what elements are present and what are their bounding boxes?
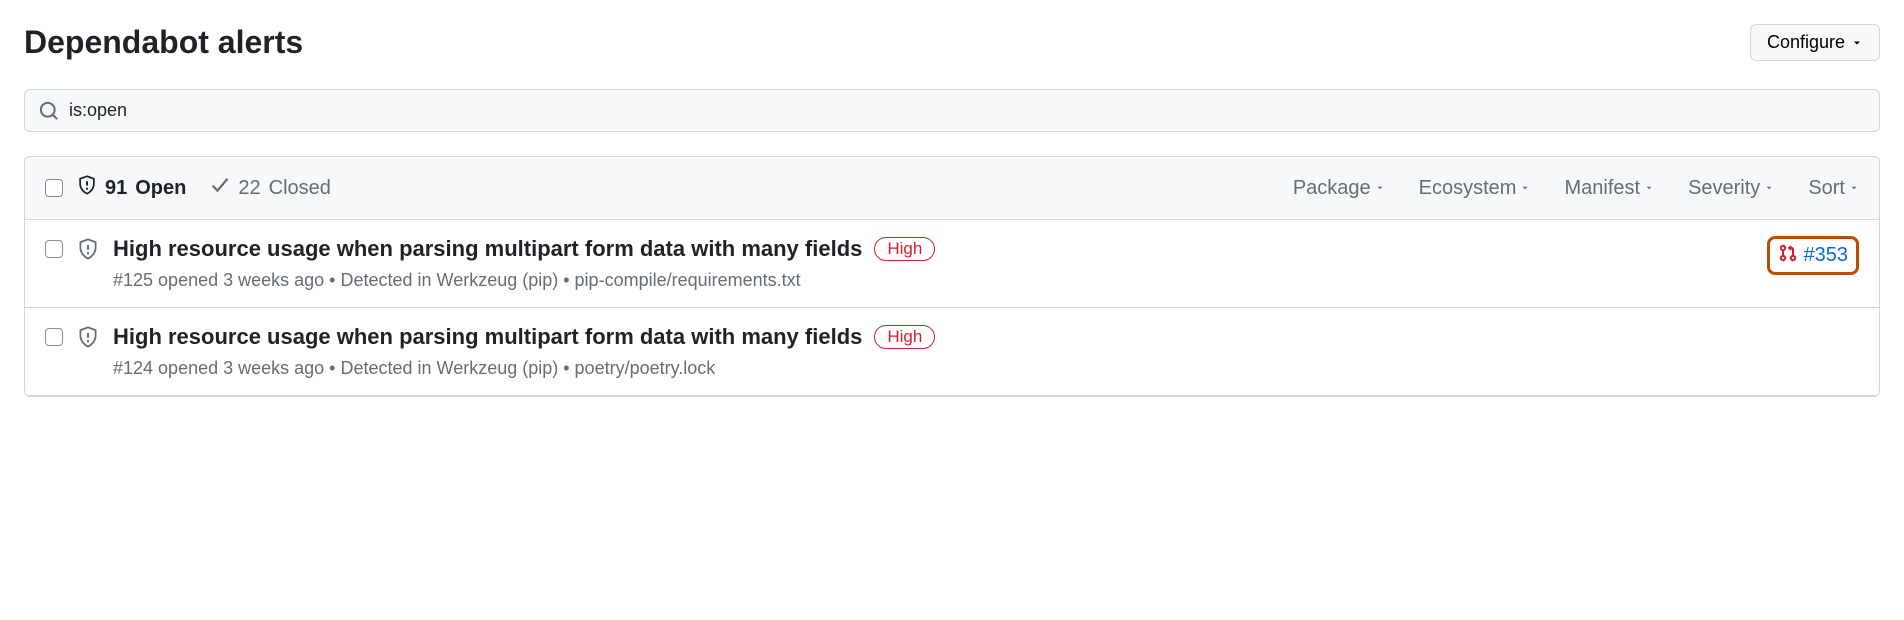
alert-row: High resource usage when parsing multipa… [25, 308, 1879, 396]
filter-severity[interactable]: Severity [1688, 177, 1774, 200]
configure-button[interactable]: Configure [1750, 24, 1880, 61]
open-count: 91 [105, 177, 127, 200]
caret-down-icon [1849, 183, 1859, 193]
check-icon [210, 175, 230, 201]
shield-alert-icon [77, 238, 99, 265]
alert-meta: #124 opened 3 weeks ago • Detected in We… [113, 358, 1859, 379]
severity-badge: High [874, 237, 935, 261]
configure-label: Configure [1767, 32, 1845, 53]
filter-manifest[interactable]: Manifest [1564, 177, 1654, 200]
caret-down-icon [1851, 37, 1863, 49]
alert-checkbox[interactable] [45, 328, 63, 346]
closed-label: Closed [269, 177, 331, 200]
select-all-checkbox[interactable] [45, 179, 63, 197]
pr-link-highlight: #353 [1767, 236, 1860, 275]
page-header: Dependabot alerts Configure [24, 24, 1880, 61]
caret-down-icon [1520, 183, 1530, 193]
shield-alert-icon [77, 326, 99, 353]
alert-title-link[interactable]: High resource usage when parsing multipa… [113, 324, 862, 350]
search-box[interactable] [24, 89, 1880, 132]
filter-bar: Package Ecosystem Manifest Severity Sort [1293, 177, 1859, 200]
open-label: Open [135, 177, 186, 200]
filter-ecosystem[interactable]: Ecosystem [1419, 177, 1531, 200]
alert-checkbox[interactable] [45, 240, 63, 258]
caret-down-icon [1644, 183, 1654, 193]
alerts-list: 91 Open 22 Closed Package Ecosystem Man [24, 156, 1880, 397]
page-title: Dependabot alerts [24, 24, 303, 61]
filter-sort[interactable]: Sort [1808, 177, 1859, 200]
closed-count: 22 [238, 177, 260, 200]
alert-meta: #125 opened 3 weeks ago • Detected in We… [113, 270, 1753, 291]
filter-package[interactable]: Package [1293, 177, 1385, 200]
alert-title-link[interactable]: High resource usage when parsing multipa… [113, 236, 862, 262]
alert-row: High resource usage when parsing multipa… [25, 220, 1879, 308]
closed-tab[interactable]: 22 Closed [210, 175, 331, 201]
severity-badge: High [874, 325, 935, 349]
search-icon [39, 101, 59, 121]
shield-alert-icon [77, 175, 97, 201]
pull-request-icon [1778, 243, 1798, 268]
open-tab[interactable]: 91 Open [77, 175, 186, 201]
caret-down-icon [1375, 183, 1385, 193]
pr-link[interactable]: #353 [1804, 244, 1849, 267]
list-header: 91 Open 22 Closed Package Ecosystem Man [25, 157, 1879, 220]
search-input[interactable] [69, 100, 1865, 121]
caret-down-icon [1764, 183, 1774, 193]
